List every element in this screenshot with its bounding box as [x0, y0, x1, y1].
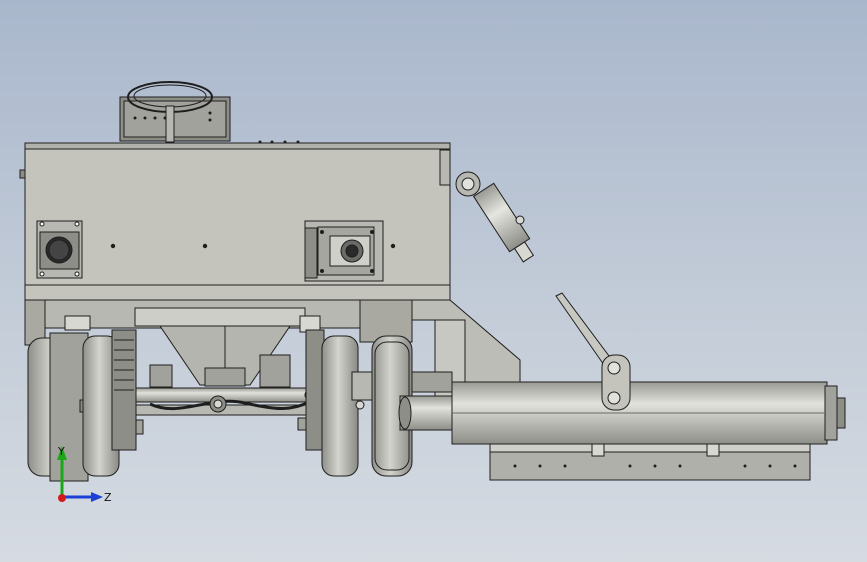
- origin-marker: [58, 494, 66, 502]
- right-gearbox: [304, 220, 384, 282]
- left-gear-motor: [36, 220, 83, 279]
- z-axis-label: Z: [104, 491, 112, 504]
- z-arrow-head-icon: [91, 492, 103, 502]
- mower-skid-plate: [489, 443, 811, 481]
- machine-model-view[interactable]: Y Z: [0, 0, 867, 562]
- cad-viewport[interactable]: Y Z: [0, 0, 867, 562]
- right-inner-wheel: [305, 329, 373, 477]
- main-housing: [19, 142, 451, 301]
- left-inner-wheel: [82, 329, 137, 477]
- operator-console: [119, 96, 231, 142]
- y-axis-label: Y: [57, 445, 65, 458]
- hydraulic-cylinder: [455, 171, 535, 263]
